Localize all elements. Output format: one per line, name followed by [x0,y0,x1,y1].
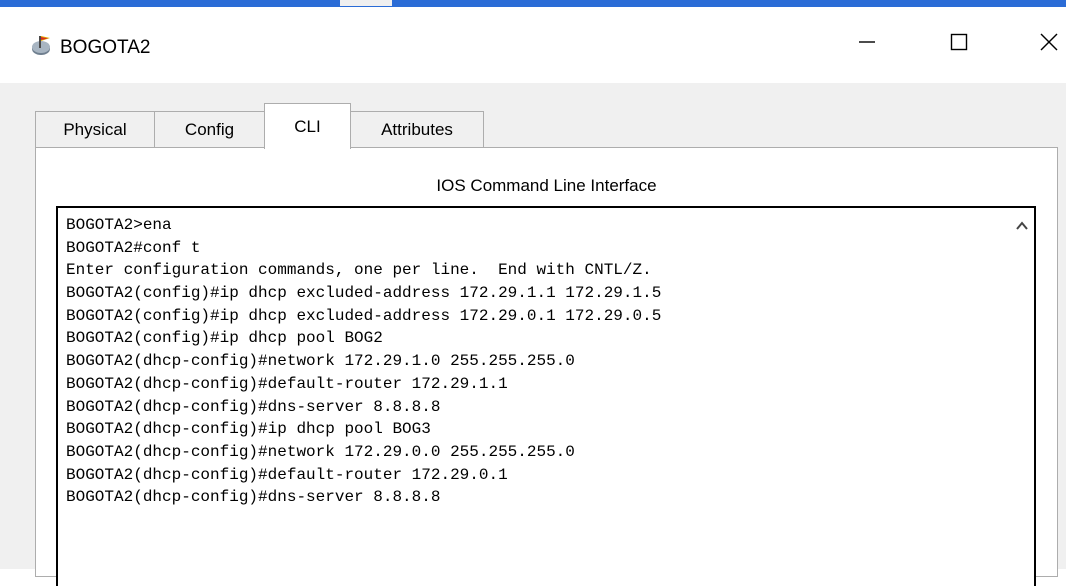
cli-line: Enter configuration commands, one per li… [66,261,652,280]
close-button[interactable] [1026,21,1066,67]
tab-attributes[interactable]: Attributes [350,111,484,148]
maximize-icon [949,32,969,57]
cli-line: BOGOTA2>ena [66,216,172,234]
tab-label: Physical [63,120,127,139]
cli-line: BOGOTA2(config)#ip dhcp pool BOG2 [66,329,383,348]
tab-label: CLI [294,116,321,136]
tab-config[interactable]: Config [154,111,265,148]
cli-panel: IOS Command Line Interface BOGOTA2>ena B… [35,147,1058,586]
cli-output: BOGOTA2>ena BOGOTA2#conf t Enter configu… [66,214,661,509]
packet-tracer-router-icon [30,35,52,57]
cli-console[interactable]: BOGOTA2>ena BOGOTA2#conf t Enter configu… [56,206,1036,586]
title-bar[interactable]: BOGOTA2 [0,7,1066,83]
cli-line: BOGOTA2(config)#ip dhcp excluded-address… [66,306,662,325]
tab-label: Attributes [381,120,453,139]
cli-line: BOGOTA2(dhcp-config)#default-router 172.… [66,374,508,393]
maximize-button[interactable] [936,21,982,67]
window-title: BOGOTA2 [60,37,151,58]
cli-line: BOGOTA2(dhcp-config)#default-router 172.… [66,465,508,484]
tab-label: Config [184,120,235,139]
cli-line: BOGOTA2(dhcp-config)#network 172.29.1.0 … [66,352,575,371]
cli-line: BOGOTA2(dhcp-config)#network 172.29.0.0 … [66,442,575,461]
scroll-up-icon[interactable] [1014,218,1030,234]
minimize-icon [857,32,877,57]
cli-line: BOGOTA2#conf t [66,238,201,257]
cli-line: BOGOTA2(config)#ip dhcp excluded-address… [66,284,662,303]
cli-line: BOGOTA2(dhcp-config)#dns-server 8.8.8.8 [66,488,441,507]
cli-line: BOGOTA2(dhcp-config)#dns-server 8.8.8.8 [66,397,441,416]
tab-cli[interactable]: CLI [264,103,351,149]
minimize-button[interactable] [844,21,890,67]
cli-heading: IOS Command Line Interface [436,176,657,195]
cli-line: BOGOTA2(dhcp-config)#ip dhcp pool BOG3 [66,420,431,439]
close-icon [1039,32,1059,57]
tab-physical[interactable]: Physical [35,111,155,148]
device-window: BOGOTA2 Physical Config CLI Attributes I… [0,6,1066,586]
